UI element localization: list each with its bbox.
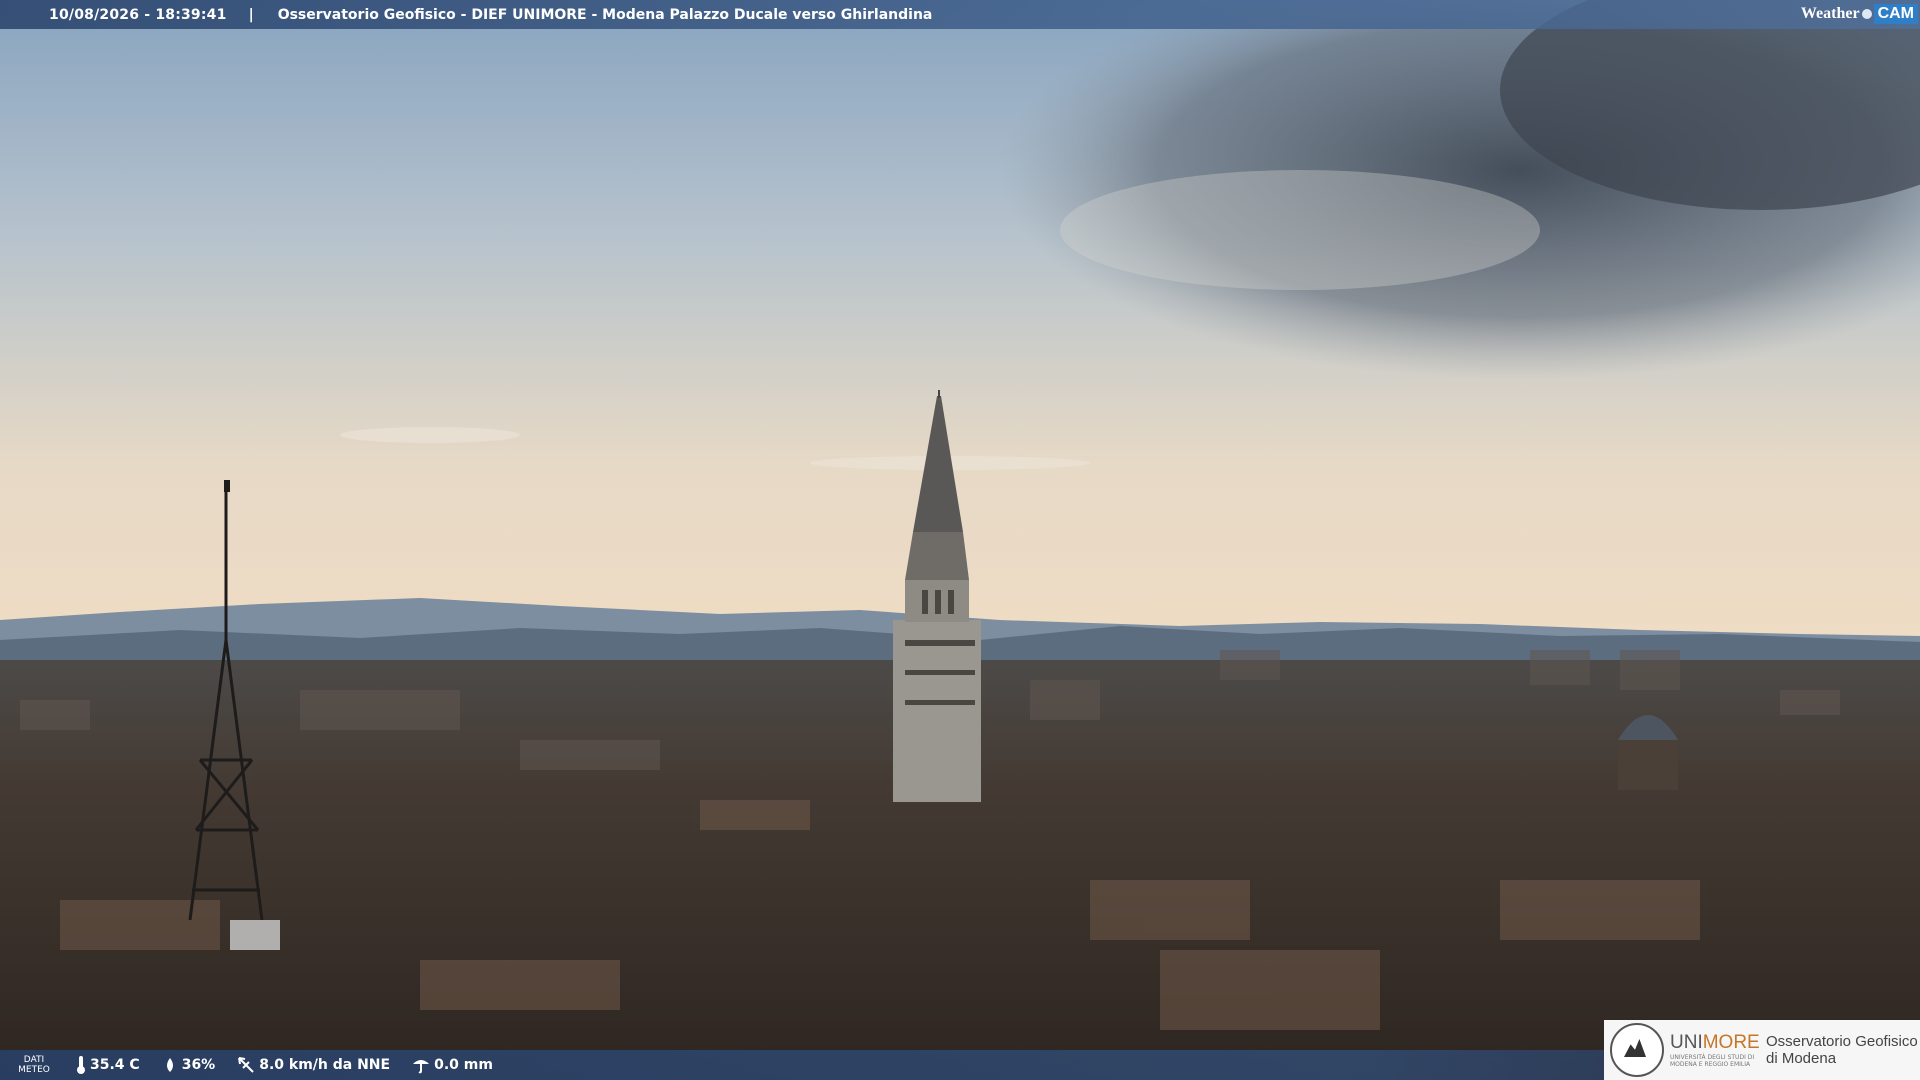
- rain-value: 0.0 mm: [434, 1057, 493, 1073]
- observatory-line2: di Modena: [1766, 1050, 1837, 1067]
- thermometer-icon: [77, 1056, 85, 1074]
- timestamp: 10/08/2026 - 18:39:41: [49, 6, 227, 23]
- observatory-line1: Osservatorio Geofisico: [1766, 1033, 1918, 1050]
- temperature-value: 35.4 C: [90, 1057, 140, 1073]
- humidity-reading: 36%: [162, 1057, 216, 1073]
- rain-reading: 0.0 mm: [412, 1056, 493, 1074]
- header-separator: |: [248, 6, 254, 23]
- university-seal-icon: [1610, 1023, 1664, 1077]
- weathercam-logo-cam: CAM: [1873, 4, 1918, 24]
- humidity-value: 36%: [181, 1057, 216, 1073]
- weather-label: DATI METEO: [14, 1055, 54, 1075]
- wind-value: 8.0 km/h da NNE: [259, 1057, 391, 1073]
- humidity-drop-icon: [166, 1058, 173, 1072]
- header-bar: 10/08/2026 - 18:39:41 | Osservatorio Geo…: [0, 0, 1920, 29]
- camera-title: Osservatorio Geofisico - DIEF UNIMORE - …: [277, 6, 933, 23]
- observatory-name: Osservatorio Geofisico di Modena: [1766, 1033, 1918, 1067]
- webcam-photo: [0, 0, 1920, 1080]
- wind-vane-icon: [238, 1057, 254, 1073]
- globe-icon: [1861, 9, 1872, 19]
- wind-reading: 8.0 km/h da NNE: [237, 1056, 390, 1074]
- unimore-wordmark: UNIMORE UNIVERSITÀ DEGLI STUDI DI MODENA…: [1670, 1032, 1760, 1068]
- unimore-name-a: UNI: [1670, 1032, 1703, 1053]
- weathercam-logo: Weather CAM: [1801, 1, 1918, 27]
- weathercam-logo-weather: Weather: [1800, 5, 1860, 22]
- weather-label-line2: METEO: [18, 1065, 50, 1075]
- unimore-subtitle: UNIVERSITÀ DEGLI STUDI DI MODENA E REGGI…: [1670, 1054, 1755, 1068]
- weather-label-line1: DATI: [23, 1055, 45, 1065]
- unimore-name-b: MORE: [1702, 1032, 1760, 1053]
- temperature-reading: 35.4 C: [76, 1056, 140, 1074]
- unimore-logo: UNIMORE UNIVERSITÀ DEGLI STUDI DI MODENA…: [1604, 1020, 1920, 1080]
- umbrella-icon: [413, 1060, 430, 1074]
